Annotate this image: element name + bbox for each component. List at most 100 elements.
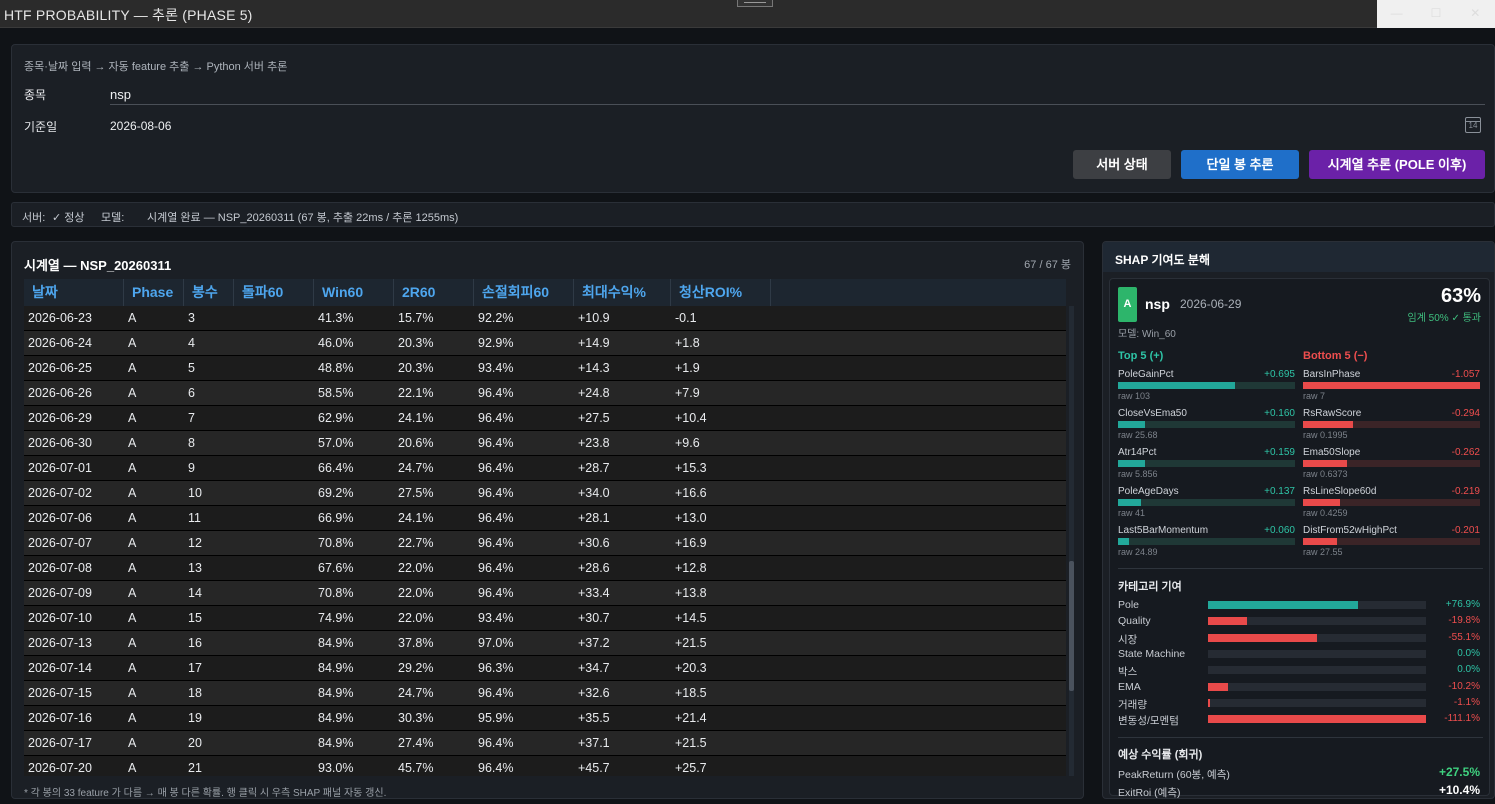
column-header[interactable]: Phase	[124, 279, 184, 306]
category-bar-track	[1208, 666, 1426, 675]
table-cell: 74.9%	[318, 611, 354, 625]
feature-name: DistFrom52wHighPct	[1303, 525, 1397, 536]
category-name: 변동성/모멘텀	[1118, 715, 1179, 728]
category-name: 거래량	[1118, 698, 1147, 711]
table-cell-filler	[771, 706, 1066, 730]
column-header[interactable]: 최대수익%	[574, 279, 671, 306]
table-cell: 70.8%	[318, 586, 354, 600]
table-row[interactable]: 2026-07-20 A 21 93.0% 45.7% 96.4% +45.7 +25.7	[24, 756, 1066, 776]
table-cell-filler	[771, 306, 1066, 330]
category-value: -1.1%	[1453, 696, 1480, 708]
table-row[interactable]: 2026-07-01 A 9 66.4% 24.7% 96.4% +28.7 +15.3	[24, 456, 1066, 481]
column-header[interactable]: Win60	[314, 279, 394, 306]
table-cell: +16.9	[675, 536, 707, 550]
table-cell: +21.5	[675, 736, 707, 750]
status-message: 시계열 완료 — NSP_20260311 (67 봉, 추출 22ms / 추…	[147, 212, 459, 224]
table-row[interactable]: 2026-07-06 A 11 66.9% 24.1% 96.4% +28.1 +13.0	[24, 506, 1066, 531]
table-cell: 6	[188, 386, 195, 400]
table-cell-filler	[771, 431, 1066, 455]
table-cell: 2026-07-01	[28, 461, 92, 475]
bar-date: 2026-06-29	[1180, 297, 1242, 311]
table-cell: 10	[188, 486, 202, 500]
table-cell: 96.4%	[478, 511, 514, 525]
table-row[interactable]: 2026-07-13 A 16 84.9% 37.8% 97.0% +37.2 +21.5	[24, 631, 1066, 656]
table-row[interactable]: 2026-07-16 A 19 84.9% 30.3% 95.9% +35.5 +21.4	[24, 706, 1066, 731]
category-bar-track	[1208, 649, 1426, 658]
maximize-icon[interactable]: ☐	[1416, 0, 1455, 28]
table-row[interactable]: 2026-07-10 A 15 74.9% 22.0% 93.4% +30.7 +14.5	[24, 606, 1066, 631]
table-cell: 24.1%	[398, 511, 434, 525]
table-cell-filler	[771, 481, 1066, 505]
table-row[interactable]: 2026-06-25 A 5 48.8% 20.3% 93.4% +14.3 +1.9	[24, 356, 1066, 381]
table-cell	[234, 756, 314, 776]
column-header[interactable]: 손절회피60	[474, 279, 574, 306]
table-row[interactable]: 2026-07-14 A 17 84.9% 29.2% 96.3% +34.7 +20.3	[24, 656, 1066, 681]
table-cell: 69.2%	[318, 486, 354, 500]
table-row[interactable]: 2026-07-09 A 14 70.8% 22.0% 96.4% +33.4 +13.8	[24, 581, 1066, 606]
table-cell: A	[128, 636, 137, 650]
column-header[interactable]: 봉수	[184, 279, 234, 306]
scrollbar-thumb[interactable]	[1069, 561, 1074, 691]
column-header[interactable]: 2R60	[394, 279, 474, 306]
single-bar-inference-button[interactable]: 단일 봉 추론	[1181, 150, 1299, 179]
table-cell-filler	[771, 606, 1066, 630]
symbol-label: 종목	[24, 88, 47, 102]
symbol-input[interactable]: nsp	[110, 83, 1485, 105]
table-cell: 4	[188, 336, 195, 350]
category-bar	[1208, 682, 1228, 691]
feature-value: +0.159	[1264, 447, 1295, 458]
drag-handle-icon[interactable]	[737, 0, 773, 7]
table-cell: +27.5	[578, 411, 610, 425]
column-header[interactable]: 돌파60	[234, 279, 314, 306]
table-cell: 20.3%	[398, 361, 434, 375]
close-icon[interactable]: ✕	[1456, 0, 1495, 28]
table-row[interactable]: 2026-07-08 A 13 67.6% 22.0% 96.4% +28.6 +12.8	[24, 556, 1066, 581]
date-picker-field[interactable]: 2026-08-06 14	[110, 115, 1485, 137]
table-cell: +14.9	[578, 336, 610, 350]
timeseries-inference-button[interactable]: 시계열 추론 (POLE 이후)	[1309, 150, 1485, 179]
return-row: PeakReturn (60봉, 예측) +27.5%	[1118, 765, 1480, 781]
table-cell	[234, 481, 314, 505]
table-scrollbar[interactable]	[1069, 306, 1074, 776]
category-bar	[1208, 601, 1359, 609]
table-cell	[234, 381, 314, 405]
table-cell: 2026-07-06	[28, 511, 92, 525]
table-cell: 48.8%	[318, 361, 354, 375]
table-row[interactable]: 2026-06-29 A 7 62.9% 24.1% 96.4% +27.5 +10.4	[24, 406, 1066, 431]
column-header[interactable]: 날짜	[24, 279, 124, 306]
window-controls: — ☐ ✕	[1377, 0, 1495, 28]
table-cell: +45.7	[578, 761, 610, 775]
category-value: -111.1%	[1444, 713, 1480, 725]
table-body[interactable]: 2026-06-23 A 3 41.3% 15.7% 92.2% +10.9 -0.1 2026…	[24, 306, 1066, 776]
feature-bar	[1303, 382, 1480, 389]
minimize-icon[interactable]: —	[1377, 0, 1416, 28]
table-row[interactable]: 2026-06-23 A 3 41.3% 15.7% 92.2% +10.9 -0.1	[24, 306, 1066, 331]
table-cell: A	[128, 386, 137, 400]
table-cell-filler	[771, 531, 1066, 555]
table-cell: 93.4%	[478, 611, 514, 625]
model-name: 모델: Win_60	[1118, 329, 1176, 340]
column-header[interactable]: 청산ROI%	[671, 279, 771, 306]
table-row[interactable]: 2026-07-07 A 12 70.8% 22.7% 96.4% +30.6 +16.9	[24, 531, 1066, 556]
return-title: 예상 수익률 (회귀)	[1118, 749, 1203, 761]
table-row[interactable]: 2026-07-15 A 18 84.9% 24.7% 96.4% +32.6 +18.5	[24, 681, 1066, 706]
feature-bar-track	[1303, 460, 1480, 467]
server-status-button[interactable]: 서버 상태	[1073, 150, 1171, 179]
table-row[interactable]: 2026-07-02 A 10 69.2% 27.5% 96.4% +34.0 +16.6	[24, 481, 1066, 506]
feature-value: +0.695	[1264, 369, 1295, 380]
category-name: State Machine	[1118, 647, 1186, 660]
table-row[interactable]: 2026-07-17 A 20 84.9% 27.4% 96.4% +37.1 +21.5	[24, 731, 1066, 756]
table-cell: A	[128, 436, 137, 450]
table-cell: 20.3%	[398, 336, 434, 350]
table-cell: 96.4%	[478, 486, 514, 500]
table-row[interactable]: 2026-06-26 A 6 58.5% 22.1% 96.4% +24.8 +7.9	[24, 381, 1066, 406]
category-name: Quality	[1118, 615, 1151, 628]
category-bar-track	[1208, 617, 1426, 626]
feature-name: RsLineSlope60d	[1303, 486, 1377, 497]
calendar-icon[interactable]: 14	[1465, 117, 1481, 133]
table-cell: +28.7	[578, 461, 610, 475]
table-row[interactable]: 2026-06-24 A 4 46.0% 20.3% 92.9% +14.9 +1.8	[24, 331, 1066, 356]
table-row[interactable]: 2026-06-30 A 8 57.0% 20.6% 96.4% +23.8 +9.6	[24, 431, 1066, 456]
table-cell: 96.4%	[478, 761, 514, 775]
server-label: 서버:	[22, 212, 46, 224]
